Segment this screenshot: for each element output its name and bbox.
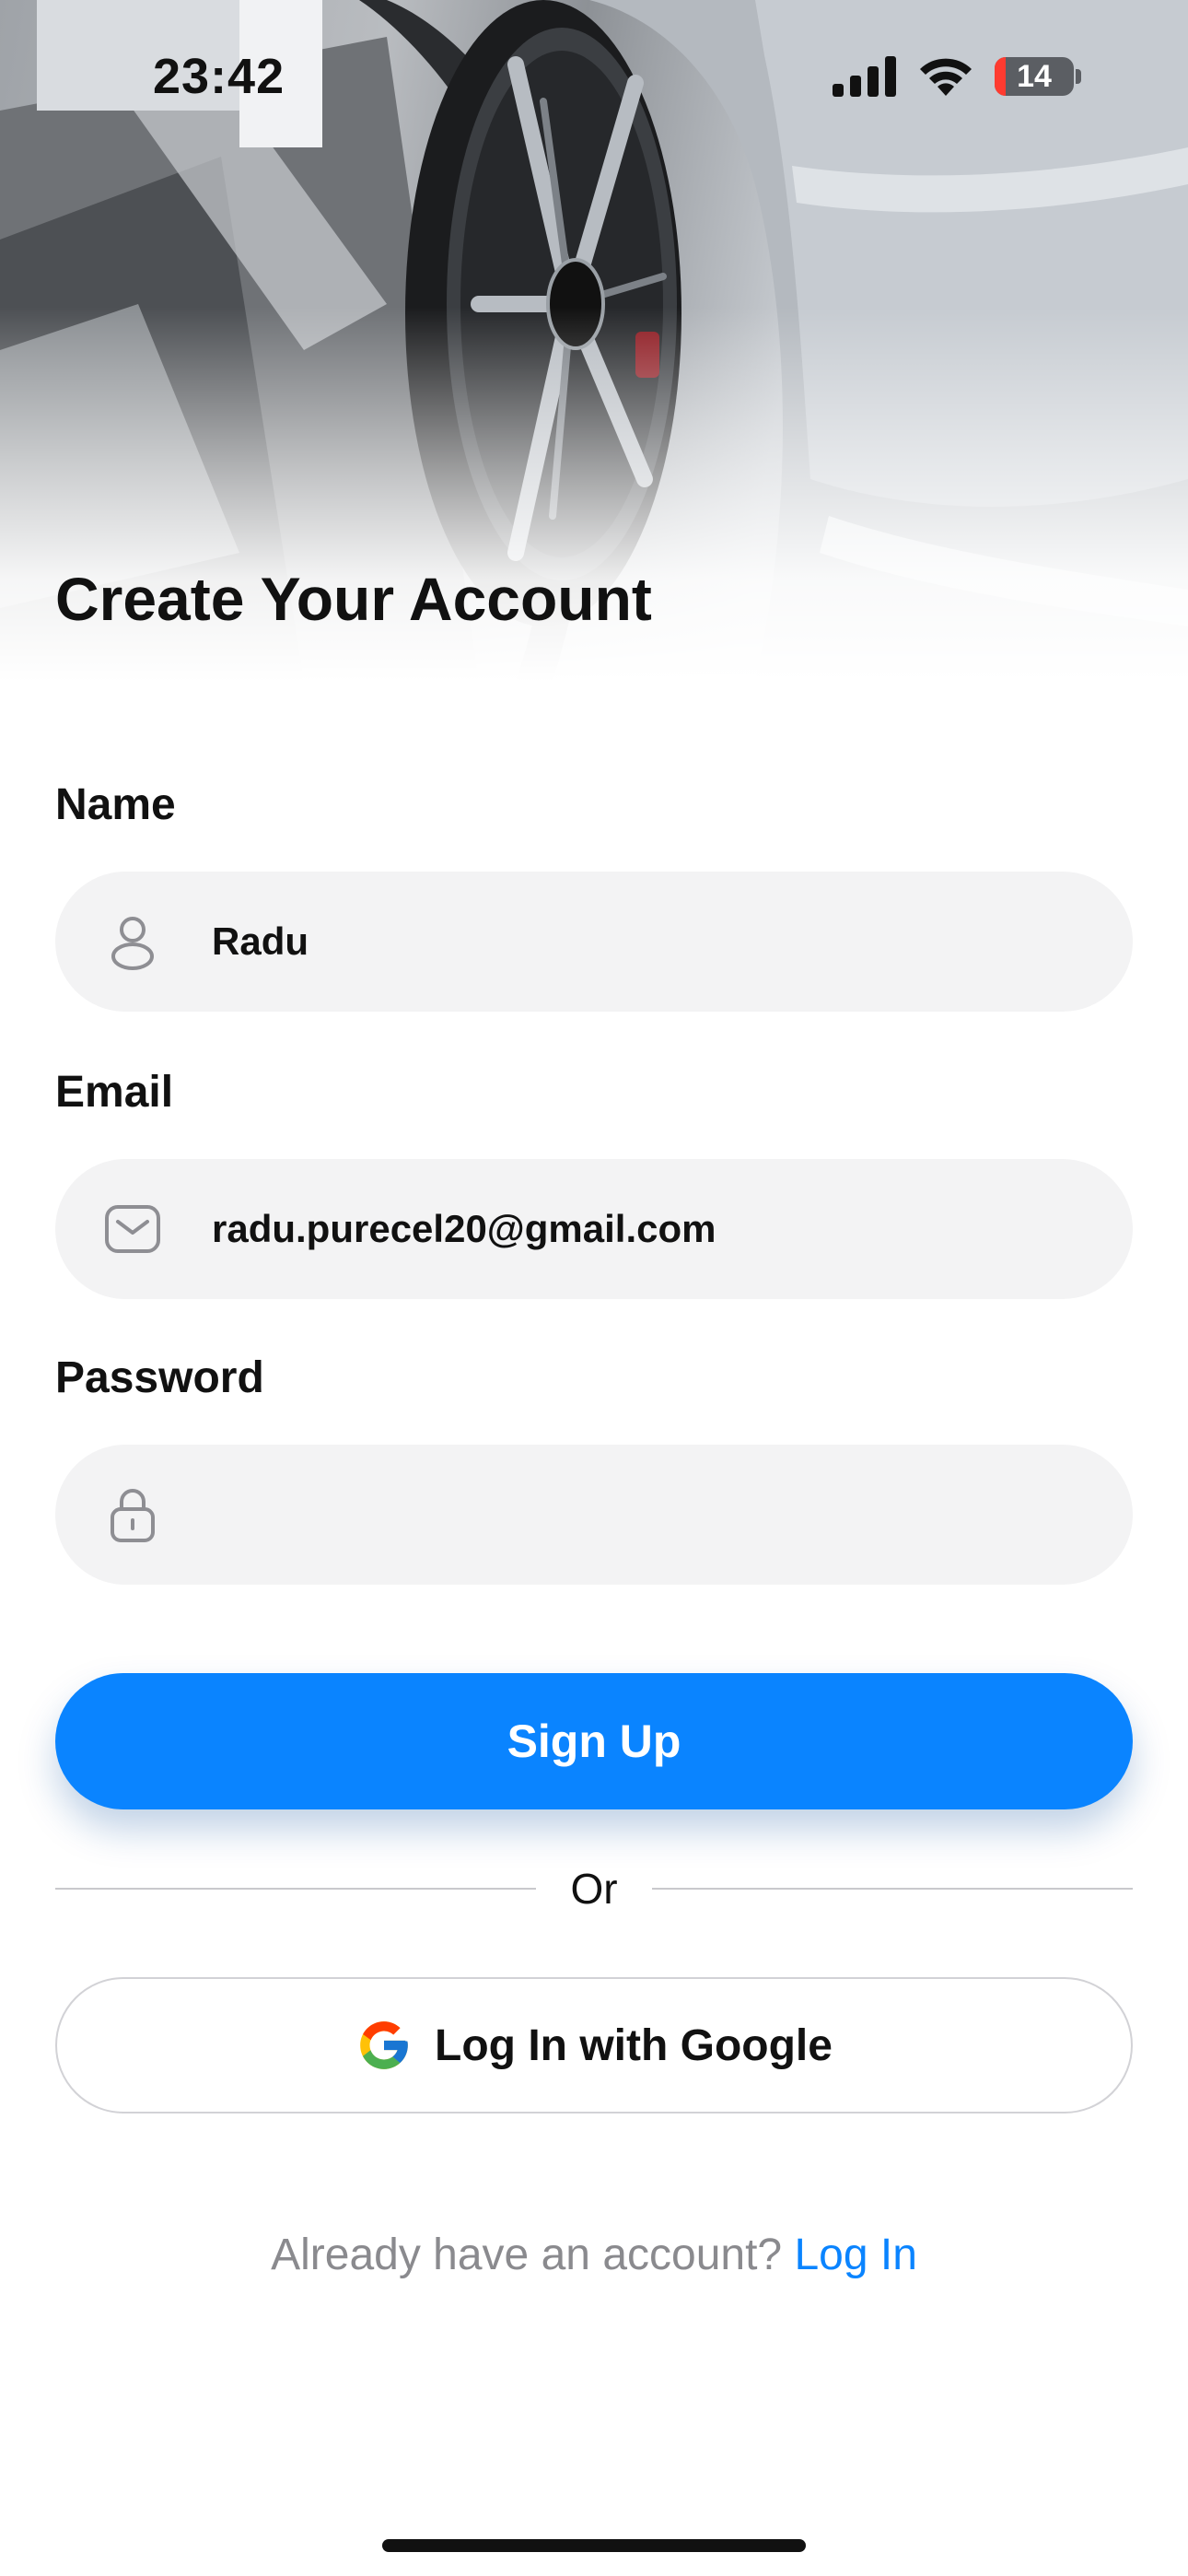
name-field[interactable] <box>55 872 1133 1012</box>
lock-icon <box>111 1489 155 1542</box>
or-divider: Or <box>55 1861 1133 1916</box>
battery-level: 14 <box>1017 58 1052 94</box>
password-field[interactable] <box>55 1445 1133 1585</box>
email-label: Email <box>55 1068 174 1117</box>
person-icon <box>111 917 154 970</box>
login-link[interactable]: Log In <box>794 2231 916 2279</box>
status-time: 23:42 <box>153 49 285 104</box>
login-prompt: Already have an account? Log In <box>0 2230 1188 2280</box>
battery-tip <box>1076 69 1081 84</box>
email-field[interactable] <box>55 1159 1133 1299</box>
password-input[interactable] <box>212 1445 1096 1585</box>
name-label: Name <box>55 780 176 829</box>
page-title: Create Your Account <box>55 565 652 633</box>
login-prompt-text: Already have an account? <box>271 2231 783 2279</box>
wifi-icon <box>920 58 972 96</box>
signup-button[interactable]: Sign Up <box>55 1673 1133 1809</box>
status-icons: 14 <box>833 55 1081 98</box>
home-indicator[interactable] <box>382 2539 806 2552</box>
name-input[interactable] <box>212 872 1096 1012</box>
cellular-signal-icon <box>833 56 896 97</box>
google-login-button[interactable]: Log In with Google <box>55 1977 1133 2113</box>
email-input[interactable] <box>212 1159 1096 1299</box>
password-label: Password <box>55 1353 264 1402</box>
battery-fill <box>995 57 1007 96</box>
google-icon <box>360 2021 408 2069</box>
google-login-label: Log In with Google <box>435 2020 833 2070</box>
mail-icon <box>105 1205 160 1253</box>
divider-line-right <box>652 1888 1133 1890</box>
battery-icon: 14 <box>995 57 1074 96</box>
